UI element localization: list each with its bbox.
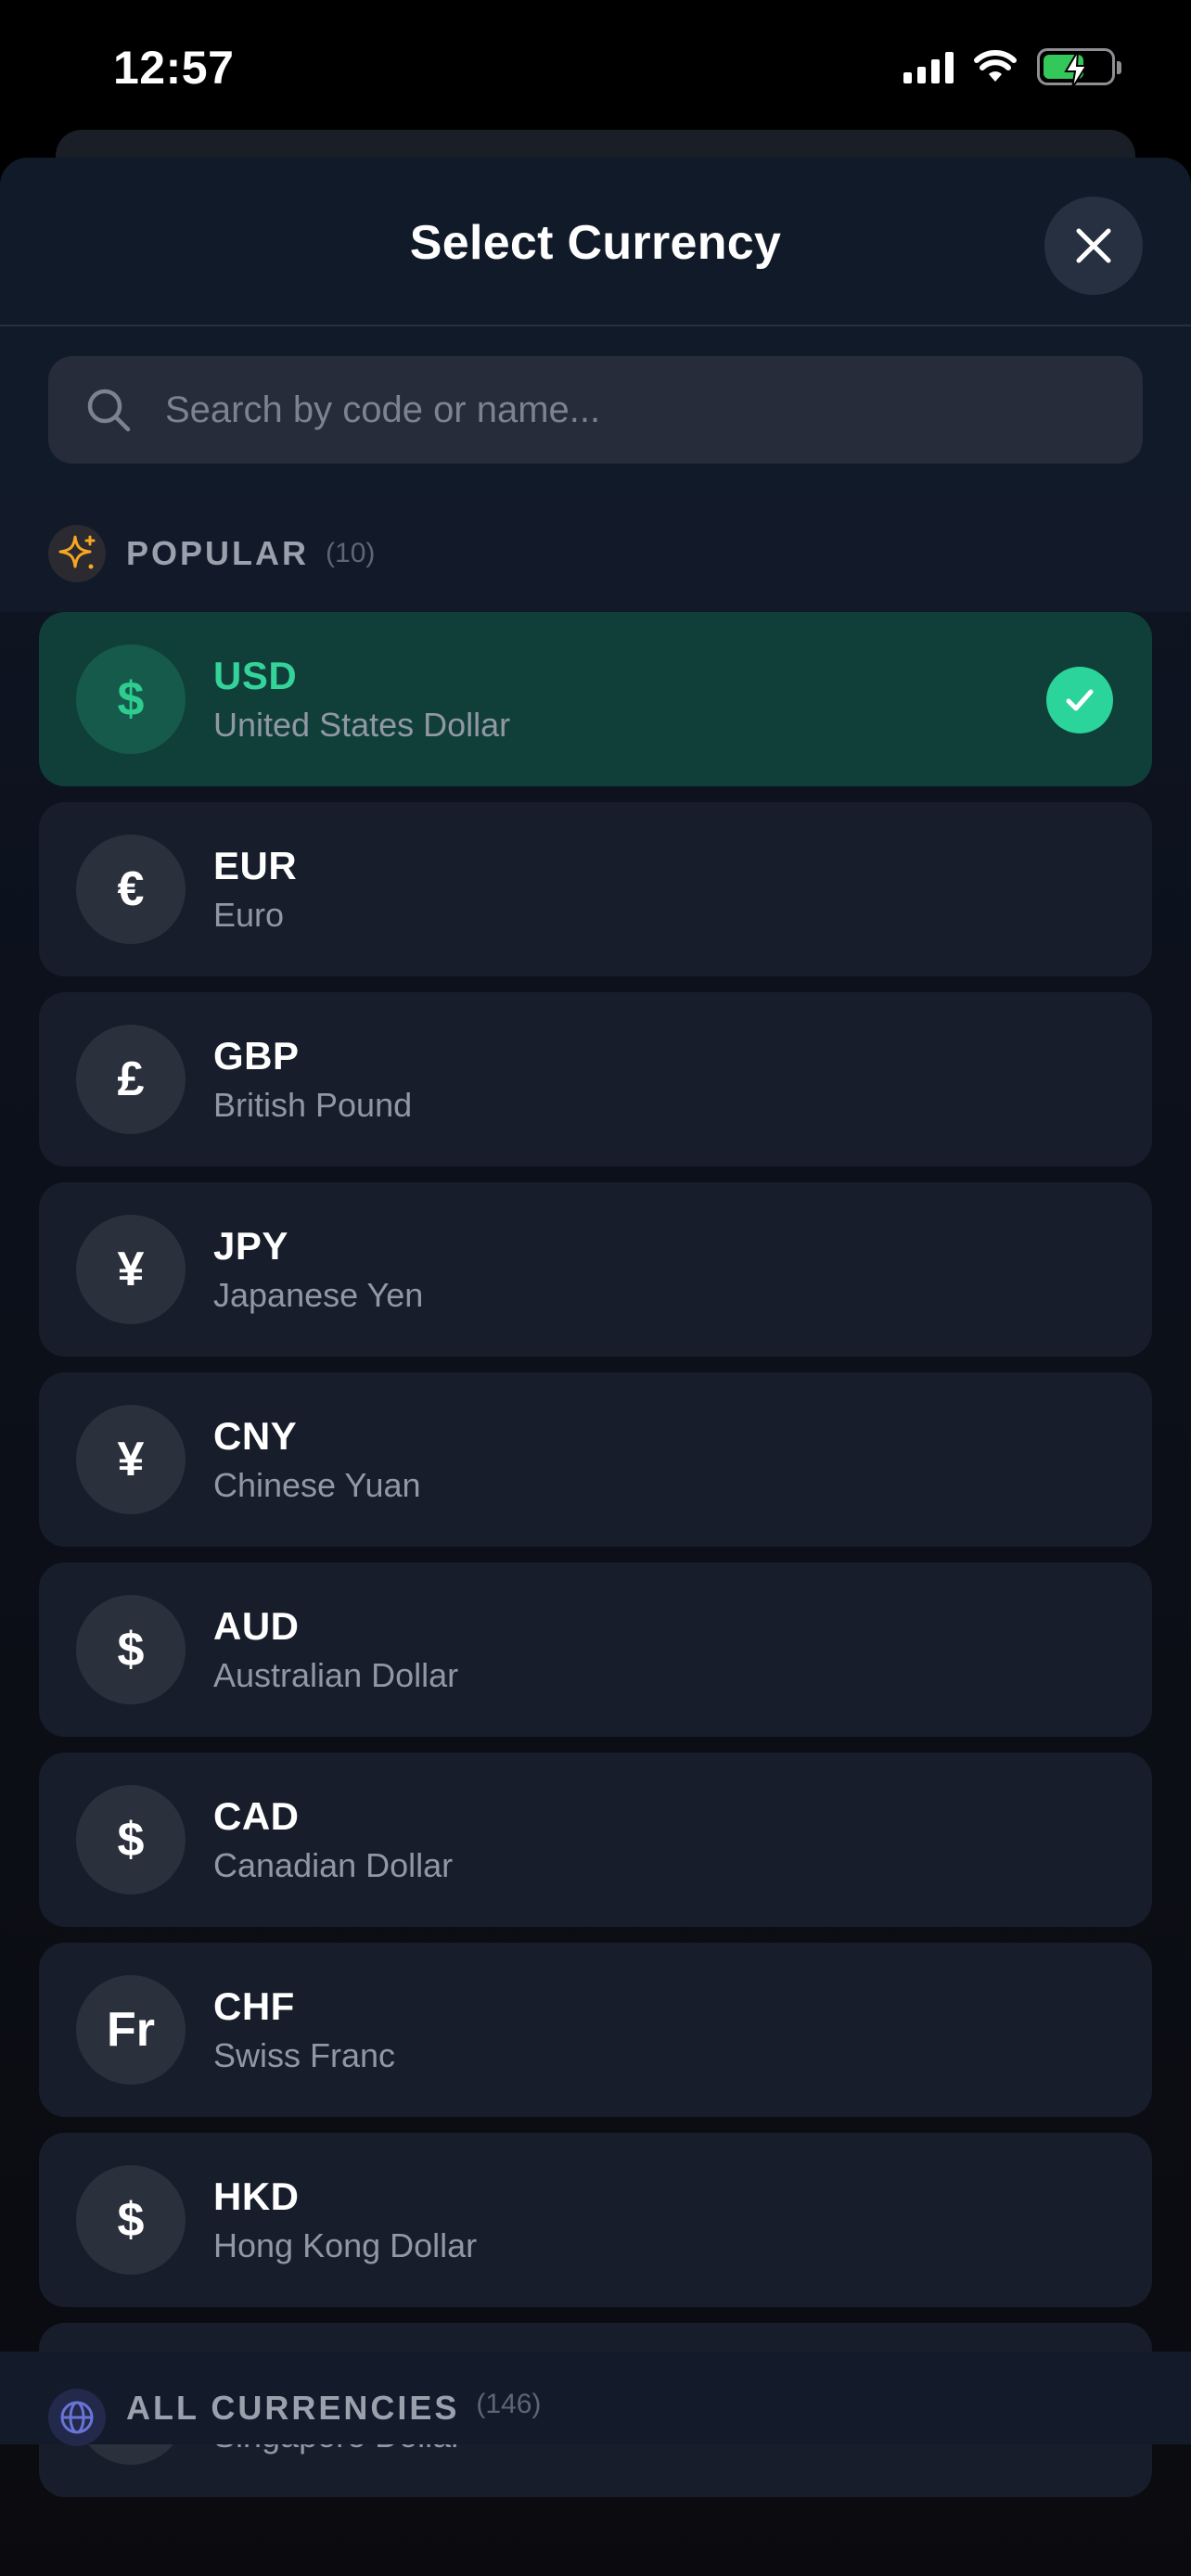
currency-symbol: € (76, 835, 186, 944)
section-icon-wrap (48, 2389, 106, 2446)
currency-row-cny[interactable]: ¥ CNY Chinese Yuan (39, 1372, 1152, 1547)
currency-name: United States Dollar (213, 706, 511, 744)
selected-check (1046, 667, 1113, 733)
globe-icon (60, 2401, 94, 2434)
battery-icon (1037, 48, 1121, 88)
currency-name: Hong Kong Dollar (213, 2226, 478, 2264)
currency-sheet: Select Currency POPULAR (10) $USDUnited (0, 158, 1191, 2576)
currency-code: EUR (213, 844, 298, 887)
section-label: ALL CURRENCIES (126, 2389, 460, 2427)
section-count: (146) (476, 2389, 542, 2419)
currency-symbol: $ (76, 1595, 186, 1704)
checkmark-icon (1066, 689, 1094, 711)
cellular-signal-icon (903, 50, 954, 83)
currency-texts: EUR Euro (213, 844, 297, 935)
currency-symbol: Fr (76, 1975, 186, 2085)
currency-row-chf[interactable]: Fr CHF Swiss Franc (39, 1943, 1152, 2117)
currency-code: HKD (213, 2174, 300, 2218)
currency-symbol: $ (76, 1785, 186, 1894)
currency-row-hkd[interactable]: $ HKD Hong Kong Dollar (39, 2133, 1152, 2307)
sparkle-icon (58, 535, 96, 569)
currency-texts: CNY Chinese Yuan (213, 1414, 421, 1505)
charging-bolt-icon (1064, 51, 1088, 88)
currency-texts: JPY Japanese Yen (213, 1224, 423, 1315)
status-time: 12:57 (113, 42, 235, 94)
currency-row-gbp[interactable]: £ GBP British Pound (39, 992, 1152, 1167)
currency-row-cad[interactable]: $ CAD Canadian Dollar (39, 1753, 1152, 1927)
section-count: (10) (326, 538, 376, 568)
currency-texts: GBP British Pound (213, 1034, 412, 1125)
currency-row-jpy[interactable]: ¥ JPY Japanese Yen (39, 1182, 1152, 1357)
currency-texts: USD United States Dollar (213, 654, 510, 745)
currency-code: CNY (213, 1414, 298, 1458)
currency-code: AUD (213, 1604, 300, 1648)
status-bar: 12:57 (0, 0, 1191, 139)
currency-symbol: ¥ (76, 1215, 186, 1324)
currency-name: Japanese Yen (213, 1276, 424, 1314)
currency-row-usd[interactable]: $ USD United States Dollar (39, 612, 1152, 786)
currency-name: Chinese Yuan (213, 1466, 421, 1504)
wifi-icon (974, 50, 1017, 82)
sheet-title: Select Currency (409, 216, 782, 270)
search-icon (87, 389, 131, 432)
close-icon (1076, 228, 1111, 263)
currency-code: CHF (213, 1984, 295, 2028)
currency-name: Australian Dollar (213, 1656, 459, 1694)
currency-symbol: $ (76, 2165, 186, 2275)
search-container (0, 326, 1191, 495)
section-label: POPULAR (126, 534, 310, 572)
currency-symbol: ¥ (76, 1405, 186, 1514)
currency-row-aud[interactable]: $ AUD Australian Dollar (39, 1562, 1152, 1737)
currency-texts: CAD Canadian Dollar (213, 1794, 453, 1885)
sheet-header: Select Currency (0, 158, 1191, 326)
currency-code: GBP (213, 1034, 300, 1078)
search-input[interactable] (165, 389, 1106, 431)
currency-symbol: $ (76, 644, 186, 754)
currency-name: Euro (213, 896, 285, 934)
currency-symbol: £ (76, 1025, 186, 1134)
status-icons (903, 48, 1121, 88)
section-icon-wrap (48, 525, 106, 582)
all-currencies-section-header: ALL CURRENCIES (146) (0, 2352, 1191, 2446)
currency-name: Swiss Franc (213, 2036, 396, 2074)
currency-texts: CHF Swiss Franc (213, 1984, 395, 2075)
currency-code: JPY (213, 1224, 288, 1268)
currency-row-eur[interactable]: € EUR Euro (39, 802, 1152, 976)
currency-list: $ USD United States Dollar € EUR Euro £ GBP Brit… (0, 612, 1191, 2497)
search-box[interactable] (48, 356, 1143, 464)
currency-code: USD (213, 654, 298, 697)
currency-texts: HKD Hong Kong Dollar (213, 2174, 477, 2265)
currency-texts: AUD Australian Dollar (213, 1604, 458, 1695)
popular-section-header: POPULAR (10) (0, 495, 1191, 612)
currency-name: British Pound (213, 1086, 413, 1124)
currency-code: CAD (213, 1794, 300, 1838)
currency-name: Canadian Dollar (213, 1846, 454, 1884)
close-button[interactable] (1044, 197, 1143, 295)
